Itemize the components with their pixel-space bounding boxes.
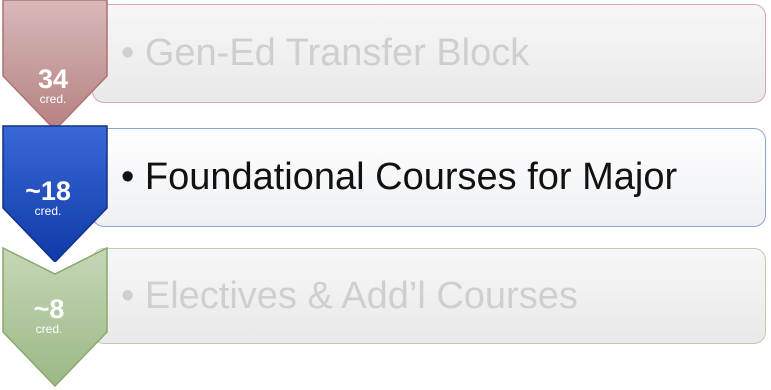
credits-unit: cred.	[34, 204, 62, 218]
credits-badge-gen-ed: 34 cred.	[7, 66, 99, 106]
step-gen-ed: • Gen-Ed Transfer Block 34 cred.	[0, 0, 771, 132]
credits-unit: cred.	[39, 92, 67, 106]
step-box-foundational: • Foundational Courses for Major	[92, 128, 766, 227]
credits-value: ~18	[25, 176, 71, 206]
credits-badge-foundational: ~18 cred.	[2, 178, 94, 218]
step-label-electives: • Electives & Add’l Courses	[121, 274, 578, 317]
credits-value: ~8	[33, 294, 65, 324]
step-box-gen-ed: • Gen-Ed Transfer Block	[92, 4, 766, 103]
step-label-foundational: • Foundational Courses for Major	[121, 156, 678, 198]
step-label-gen-ed: • Gen-Ed Transfer Block	[121, 32, 530, 74]
credits-value: 34	[37, 64, 69, 94]
credits-badge-electives: ~8 cred.	[3, 296, 95, 336]
credits-unit: cred.	[35, 322, 63, 336]
step-electives: • Electives & Add’l Courses ~8 cred.	[0, 244, 771, 390]
step-foundational: • Foundational Courses for Major ~18 cre…	[0, 122, 771, 262]
step-box-electives: • Electives & Add’l Courses	[92, 248, 766, 344]
